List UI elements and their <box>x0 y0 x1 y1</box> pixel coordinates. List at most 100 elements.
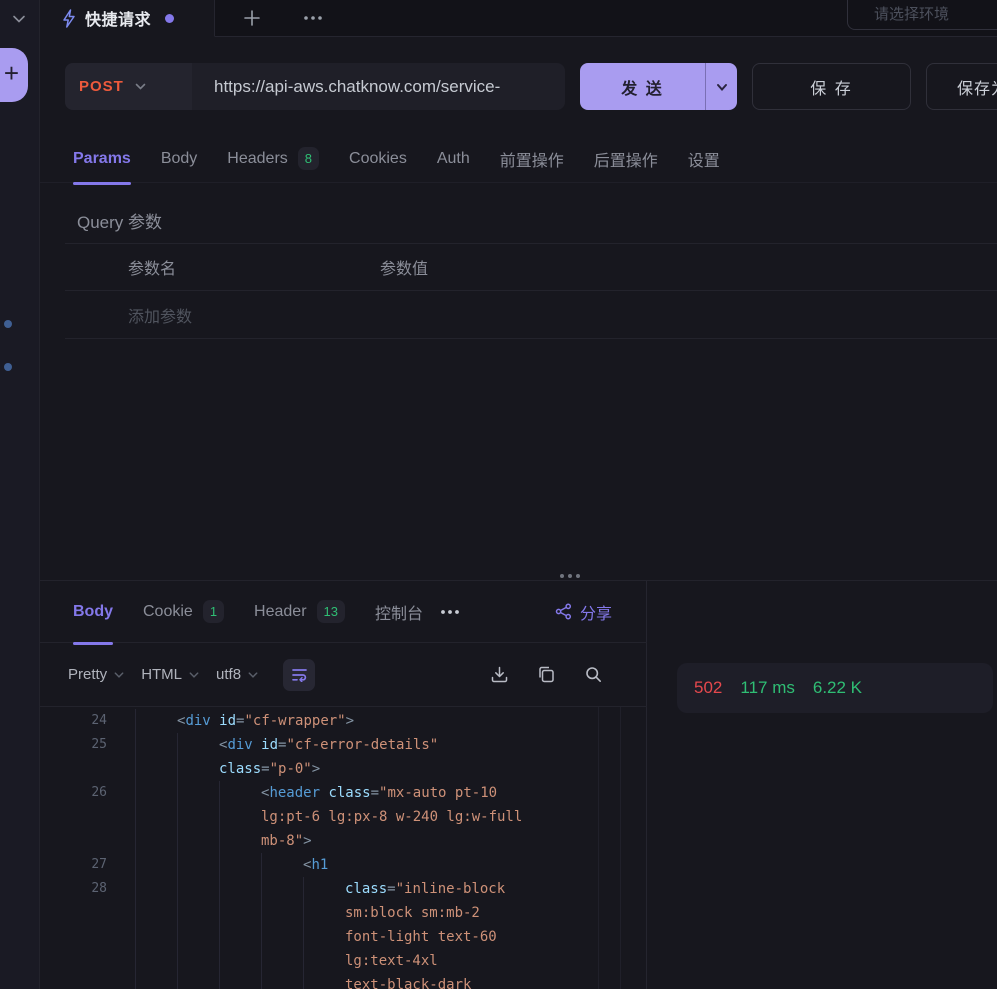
line-number: 26 <box>40 781 122 805</box>
unsaved-dot-icon <box>165 14 174 23</box>
sidebar-indicator-dot <box>4 363 12 371</box>
code-pane-divider <box>598 707 599 989</box>
tab-body[interactable]: Body <box>73 581 113 643</box>
indent-guide <box>303 973 345 989</box>
line-number: 25 <box>40 733 122 757</box>
line-number <box>40 805 122 829</box>
tab-label: 设置 <box>688 147 720 171</box>
code-line-text: <header class="mx-auto pt-10 <box>122 781 497 805</box>
code-line: 25<div id="cf-error-details" <box>40 733 647 757</box>
save-label: 保 存 <box>810 75 852 99</box>
url-input[interactable]: https://api-aws.chatknow.com/service- <box>192 63 565 110</box>
tab-header[interactable]: Header13 <box>254 581 345 643</box>
param-name-header: 参数名 <box>65 255 380 279</box>
response-body-pane: Body Cookie 1 Header13 控制台 分享 Pretty HTML utf… <box>40 581 647 989</box>
environment-select[interactable]: 请选择环境 <box>847 0 997 30</box>
line-number <box>40 901 122 925</box>
response-status-bar: 502 117 ms 6.22 K <box>677 663 993 713</box>
indent-guide <box>261 877 303 901</box>
send-button[interactable]: 发 送 <box>580 63 737 110</box>
add-param-row[interactable]: 添加参数 <box>65 291 997 339</box>
indent-guide <box>261 853 303 877</box>
tab-label: Body <box>161 150 197 168</box>
word-wrap-button[interactable] <box>283 659 315 691</box>
indent-guide <box>261 901 303 925</box>
code-line: 28class="inline-block <box>40 877 647 901</box>
method-select[interactable]: POST <box>65 63 192 110</box>
tab-后置操作[interactable]: 后置操作 <box>594 135 658 183</box>
save-as-button[interactable]: 保存为 <box>926 63 997 110</box>
tab-设置[interactable]: 设置 <box>688 135 720 183</box>
code-line: font-light text-60 <box>40 925 647 949</box>
new-tab-button[interactable] <box>238 4 266 32</box>
tab-label: 前置操作 <box>500 147 564 171</box>
save-as-label: 保存为 <box>957 75 997 99</box>
tab-控制台[interactable]: 控制台 <box>375 581 422 643</box>
tab-auth[interactable]: Auth <box>437 135 470 183</box>
indent-guide <box>177 901 219 925</box>
code-line-text: <div id="cf-wrapper"> <box>122 709 354 733</box>
indent-guide <box>219 781 261 805</box>
pane-splitter-handle[interactable] <box>560 574 580 578</box>
tab-quick-request[interactable]: 快捷请求 <box>40 0 215 37</box>
tab-cookie[interactable]: Cookie 1 <box>143 581 224 643</box>
request-url-bar: POST https://api-aws.chatknow.com/servic… <box>65 63 565 110</box>
add-param-label: 添加参数 <box>65 303 380 327</box>
line-number <box>40 925 122 949</box>
indent-guide <box>135 757 177 781</box>
indent-guide <box>177 877 219 901</box>
line-number <box>40 949 122 973</box>
tab-label: Cookie <box>143 603 193 621</box>
code-line-text: lg:text-4xl <box>122 949 438 973</box>
line-number: 24 <box>40 709 122 733</box>
language-select[interactable]: HTML <box>141 666 200 683</box>
code-line: class="p-0"> <box>40 757 647 781</box>
indent-guide <box>177 829 219 853</box>
tab-list-more-button[interactable] <box>298 4 328 32</box>
code-line: 26<header class="mx-auto pt-10 <box>40 781 647 805</box>
response-tabs-more-button[interactable] <box>440 609 460 615</box>
encoding-value: utf8 <box>216 666 241 683</box>
indent-guide <box>135 925 177 949</box>
tab-body[interactable]: Body <box>161 135 197 183</box>
indent-guide <box>261 973 303 989</box>
chevron-down-icon <box>247 669 259 681</box>
tab-label: Header <box>254 603 306 621</box>
status-time-badge: 117 ms <box>740 678 795 698</box>
send-options-caret[interactable] <box>705 63 737 110</box>
save-button[interactable]: 保 存 <box>752 63 911 110</box>
code-line-text: class="p-0"> <box>122 757 320 781</box>
indent-guide <box>135 829 177 853</box>
share-button[interactable]: 分享 <box>555 600 612 624</box>
format-select[interactable]: Pretty <box>68 666 125 683</box>
indent-guide <box>177 805 219 829</box>
code-line-text: <h1 <box>122 853 328 877</box>
tab-前置操作[interactable]: 前置操作 <box>500 135 564 183</box>
chevron-down-icon[interactable] <box>10 10 28 28</box>
search-button[interactable] <box>584 665 603 684</box>
tab-label: Headers <box>227 150 287 168</box>
environment-placeholder: 请选择环境 <box>874 3 949 24</box>
copy-button[interactable] <box>537 665 556 684</box>
tab-cookies[interactable]: Cookies <box>349 135 407 183</box>
code-line: 24<div id="cf-wrapper"> <box>40 709 647 733</box>
indent-guide <box>219 925 261 949</box>
indent-guide <box>303 877 345 901</box>
tab-label: Params <box>73 150 131 168</box>
encoding-select[interactable]: utf8 <box>216 666 259 683</box>
code-line: mb-8"> <box>40 829 647 853</box>
word-wrap-icon <box>291 667 308 682</box>
method-label: POST <box>79 78 124 95</box>
tab-params[interactable]: Params <box>73 135 131 183</box>
code-line-text: text-black-dark <box>122 973 471 989</box>
indent-guide <box>261 925 303 949</box>
code-scrollbar-track[interactable] <box>620 707 621 989</box>
response-body-code[interactable]: 24<div id="cf-wrapper">25<div id="cf-err… <box>40 707 647 989</box>
indent-guide <box>177 949 219 973</box>
tab-headers[interactable]: Headers8 <box>227 135 319 183</box>
new-request-button[interactable]: + <box>0 48 28 102</box>
line-number <box>40 973 122 989</box>
query-param-table: 参数名 参数值 添加参数 <box>65 243 997 339</box>
download-button[interactable] <box>490 665 509 684</box>
tab-count-badge: 1 <box>203 600 224 623</box>
